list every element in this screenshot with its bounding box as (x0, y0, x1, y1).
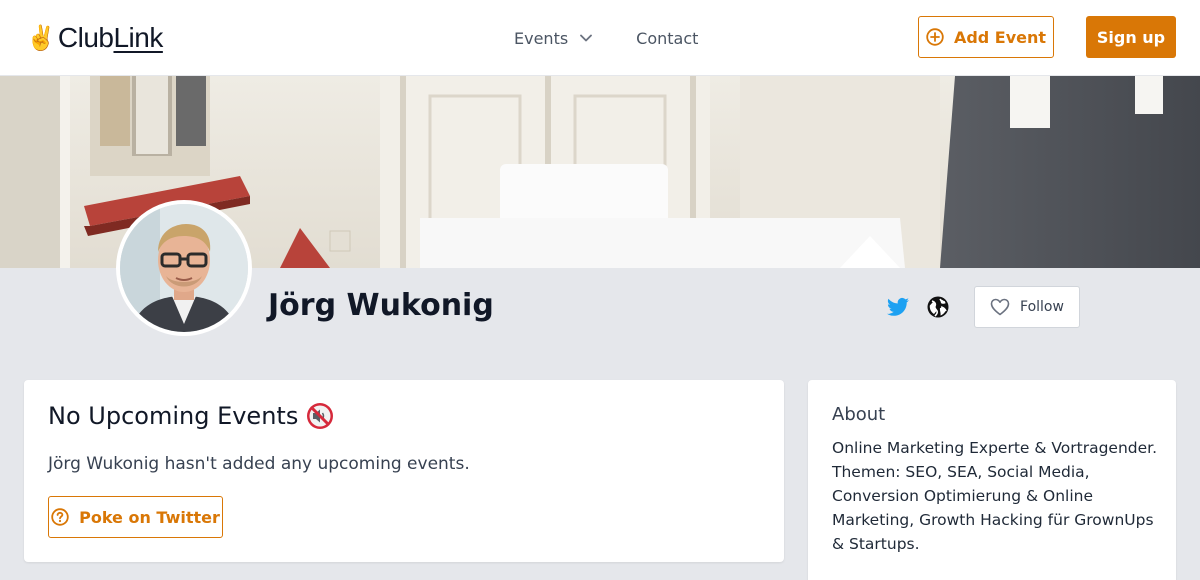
events-title-text: No Upcoming Events (48, 402, 299, 430)
muted-speaker-icon (306, 402, 334, 430)
clublink-logo[interactable]: ✌️ ClubLink (26, 20, 163, 56)
poke-on-twitter-button[interactable]: Poke on Twitter (48, 496, 223, 538)
sign-up-label: Sign up (1096, 27, 1166, 47)
about-card: About Online Marketing Experte & Vortrag… (808, 380, 1176, 580)
upcoming-events-card: No Upcoming Events Jörg Wukonig hasn't a… (24, 380, 784, 562)
nav-events-dropdown[interactable]: Events (514, 28, 593, 48)
sign-up-button[interactable]: Sign up (1086, 16, 1176, 58)
add-event-label: Add Event (953, 27, 1047, 47)
add-event-button[interactable]: Add Event (918, 16, 1054, 58)
profile-avatar (116, 200, 252, 336)
heart-icon (990, 298, 1010, 316)
profile-name: Jörg Wukonig (268, 288, 494, 323)
logo-text-link: Link (113, 22, 163, 53)
nav-contact-link[interactable]: Contact (636, 29, 698, 48)
logo-wordmark: ClubLink (58, 22, 163, 54)
victory-hand-icon: ✌️ (26, 24, 56, 52)
about-title: About (832, 404, 886, 425)
about-description: Online Marketing Experte & Vortragender.… (832, 439, 1158, 553)
no-events-message: Jörg Wukonig hasn't added any upcoming e… (48, 454, 470, 474)
nav-events-label: Events (514, 28, 569, 48)
follow-label: Follow (1020, 299, 1064, 315)
twitter-icon[interactable] (886, 295, 910, 319)
plus-circle-icon (926, 28, 944, 46)
question-circle-icon (51, 508, 69, 526)
logo-text-club: Club (57, 22, 114, 53)
nav-links: Events Contact (514, 24, 698, 52)
nav-contact-label: Contact (636, 28, 699, 48)
chevron-down-icon (580, 34, 593, 42)
follow-button[interactable]: Follow (974, 286, 1080, 328)
poke-label: Poke on Twitter (79, 507, 220, 527)
events-card-title: No Upcoming Events (48, 402, 334, 430)
top-navbar: ✌️ ClubLink Events Contact Add Event Sig… (0, 0, 1200, 76)
globe-icon[interactable] (926, 295, 950, 319)
